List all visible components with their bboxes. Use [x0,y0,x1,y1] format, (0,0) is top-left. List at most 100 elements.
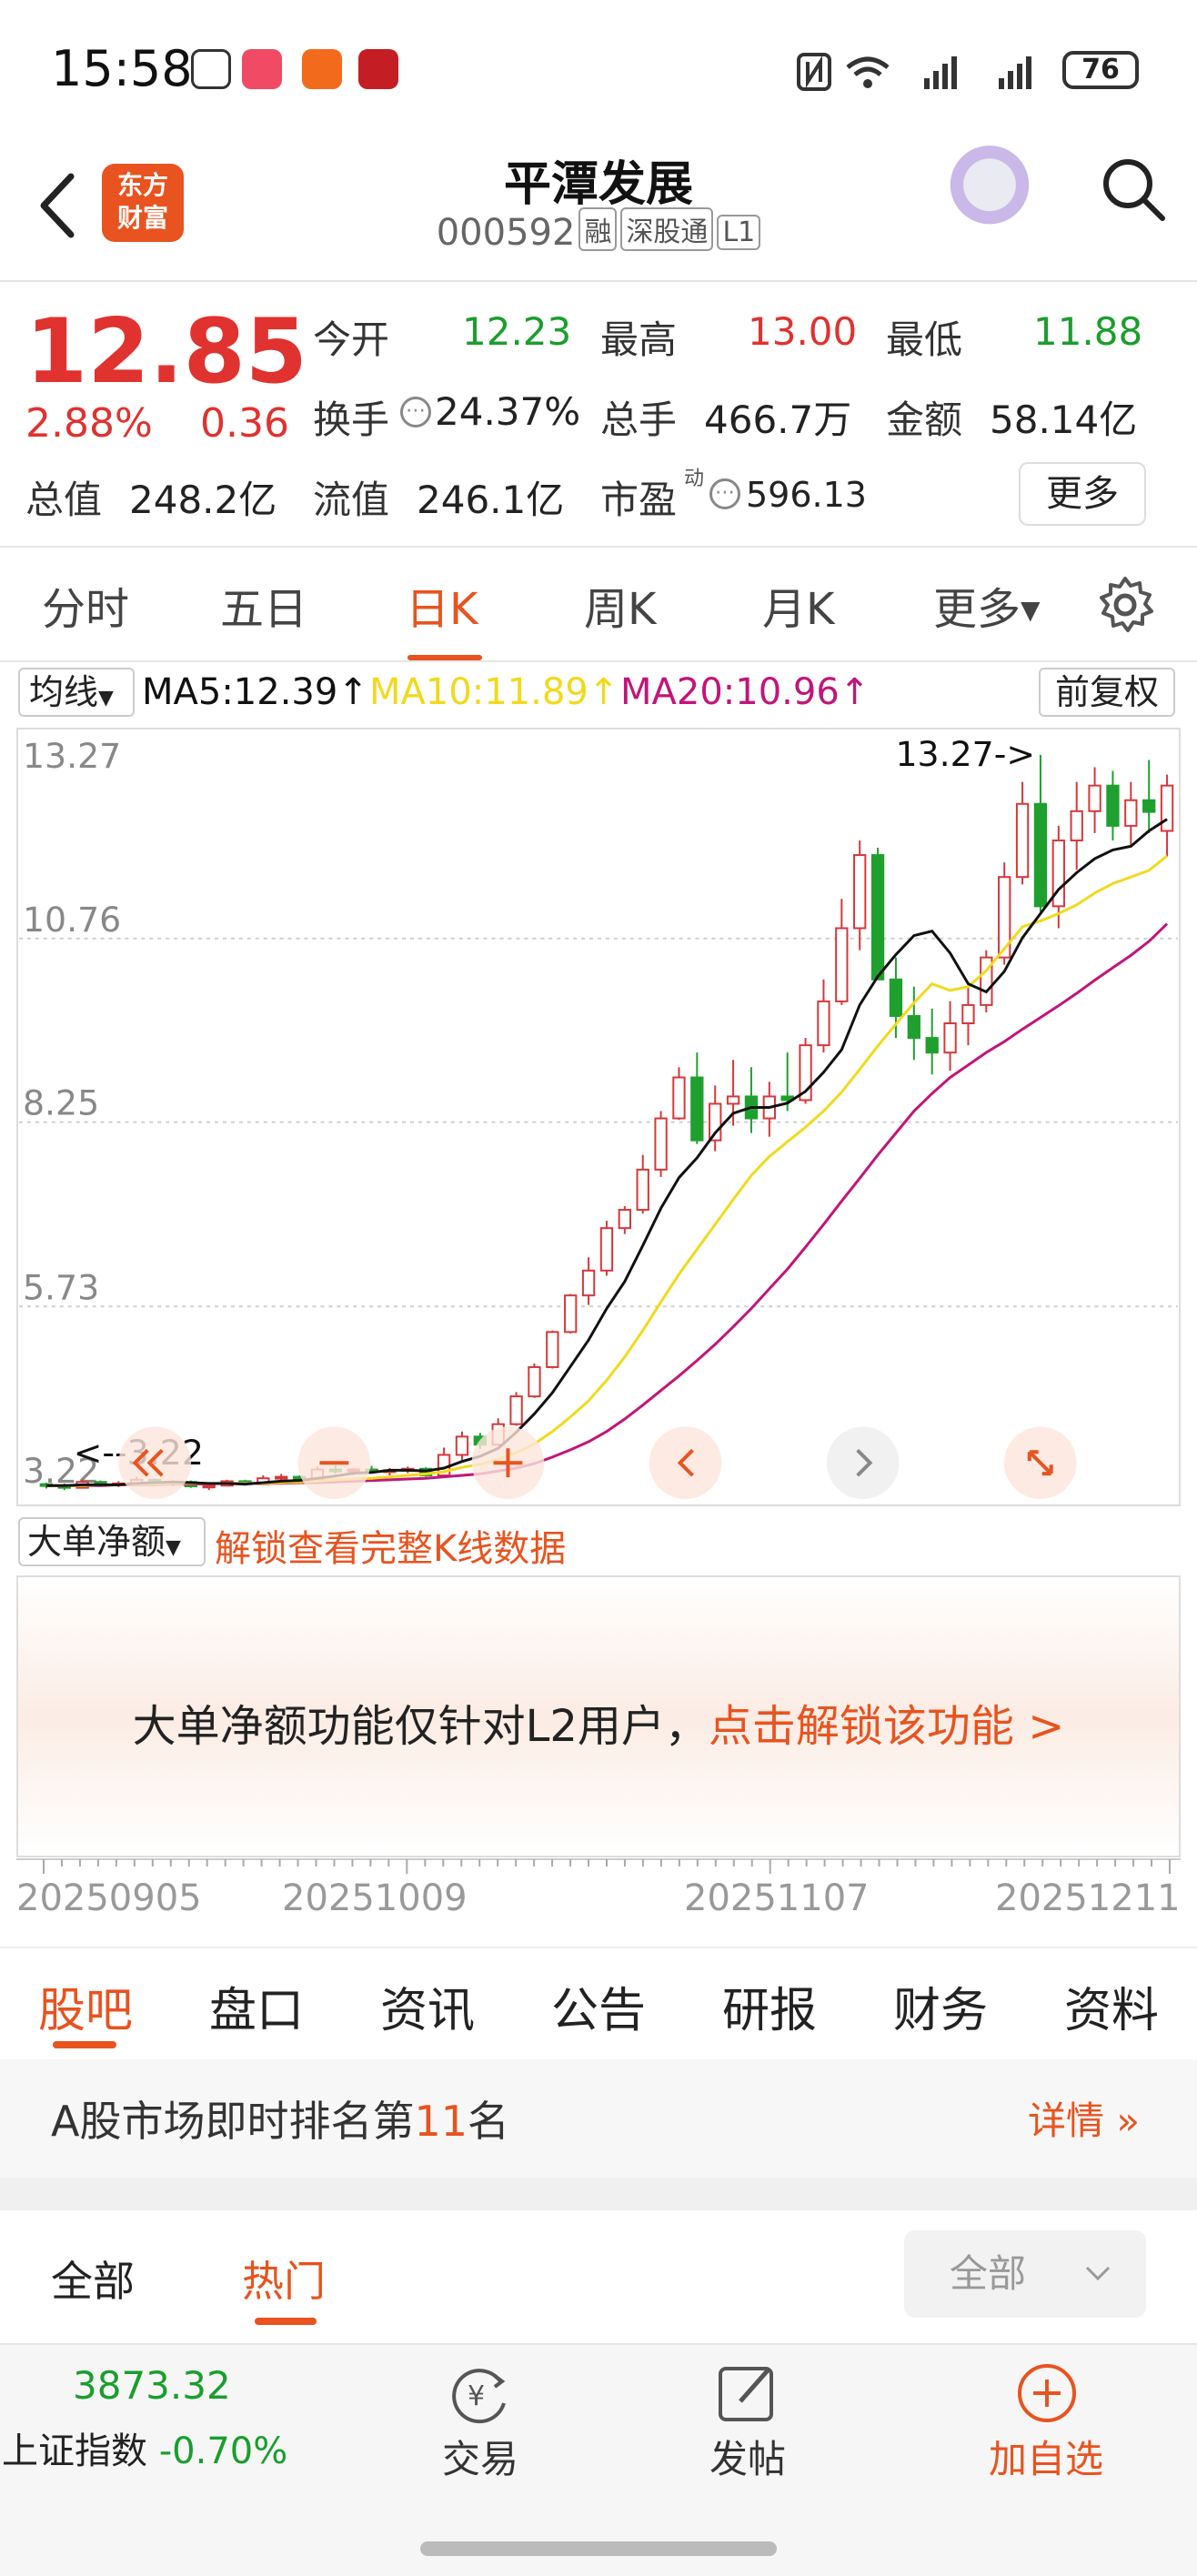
tab-more[interactable]: 更多▼ [933,573,1041,637]
trade-label: 交易 [441,2437,518,2481]
zoom-out-button[interactable] [297,1426,371,1500]
candle-body [961,1003,975,1025]
battery-icon: 76 [1062,51,1139,89]
adjust-button[interactable]: 前复权 [1039,668,1175,717]
candle-body [1088,784,1101,812]
net-flow-text: 大单净额功能仅针对L2用户， [132,1701,709,1752]
kline-chart[interactable]: 13.2710.768.255.733.22 13.27-> <--3.22 [16,728,1181,1506]
mktcap-value: 248.2亿 [129,478,277,522]
app-notify-icon [302,49,342,89]
forum-filter-select[interactable]: 全部 [904,2230,1146,2318]
ma10-text: MA10:11.89 [369,671,588,713]
trade-button[interactable]: ¥ 交易 [407,2356,553,2501]
post-label: 发帖 [709,2437,786,2481]
tab-research[interactable]: 研报 [722,1972,817,2040]
candle-body [1070,810,1083,841]
candle-body [1160,784,1174,832]
search-icon[interactable] [1099,155,1168,224]
tab-daily-k[interactable]: 日K [406,573,478,637]
candle-body [1106,784,1120,827]
candle-body [564,1294,578,1333]
add-watchlist-button[interactable]: 加自选 [973,2356,1119,2501]
trade-icon: ¥ [452,2369,506,2424]
svg-text:¥: ¥ [468,2380,485,2412]
net-flow-select[interactable]: 大单净额▼ [18,1517,206,1566]
max-annotation: 13.27-> [895,734,1035,774]
candle-body [672,1076,686,1120]
open-label: 今开 [313,317,390,362]
index-value[interactable]: 3873.32 [73,2363,231,2408]
candle-body [546,1331,559,1368]
more-button[interactable]: 更多 [1019,462,1146,526]
tab-profile[interactable]: 资料 [1064,1972,1159,2040]
candle-body [618,1209,631,1230]
edit-icon [719,2367,773,2421]
zoom-in-button[interactable] [471,1426,545,1500]
amount-label: 金额 [886,397,963,442]
candle-body [726,1095,740,1105]
unlock-feature-link[interactable]: 点击解锁该功能 > [709,1701,1064,1752]
y-tick-label: 8.25 [23,1083,99,1123]
hidden-value-icon[interactable]: ⋯ [400,397,431,428]
tab-orderbook[interactable]: 盘口 [209,1972,304,2040]
rank-detail-label: 详情 [1028,2098,1105,2143]
gear-icon[interactable] [1095,575,1155,635]
amount-value: 58.14亿 [990,397,1138,442]
tab-forum[interactable]: 股吧 [38,1972,133,2040]
candle-body [275,1475,288,1480]
net-flow-message: 大单净额功能仅针对L2用户，点击解锁该功能 > [0,1690,1197,1754]
candle-body [636,1168,649,1212]
tab-announcements[interactable]: 公告 [551,1972,646,2040]
robot-assistant-icon[interactable] [946,146,1033,233]
tag-level: L1 [717,215,761,250]
candle-body [509,1395,523,1425]
tag-connect: 深股通 [620,207,714,251]
candle-body [889,978,903,1017]
candle-body [925,1037,939,1054]
low-value: 11.88 [1033,309,1143,354]
forum-tab-hot[interactable]: 热门 [242,2249,326,2309]
post-button[interactable]: 发帖 [675,2356,820,2501]
tag-margin: 融 [578,207,618,251]
price-change: 0.36 [200,400,289,447]
ma20-line [45,922,1169,1487]
chevron-left-icon[interactable] [649,1426,722,1500]
index-change: -0.70% [158,2430,288,2472]
double-chevron-right-icon: » [1116,2098,1141,2143]
open-value: 12.23 [462,309,572,354]
index-ticker[interactable]: 上证指数 -0.70% [2,2421,287,2474]
turnover-value: 24.37% [435,389,581,434]
ma20-text: MA20:10.96 [620,671,840,713]
rank-detail-link[interactable]: 详情 » [1028,2090,1140,2146]
tab-monthly-k[interactable]: 月K [762,573,834,637]
tab-intraday[interactable]: 分时 [42,573,129,637]
chevron-down-icon [1085,2266,1111,2281]
turnover-label: 换手 [313,397,390,442]
tab-weekly-k[interactable]: 周K [584,573,656,637]
tab-news[interactable]: 资讯 [380,1972,475,2040]
forum-tab-all[interactable]: 全部 [51,2249,135,2309]
chevron-right-icon[interactable] [826,1426,900,1500]
y-axis-labels: 13.2710.768.255.733.22 [23,736,121,1491]
candle-body [943,1022,957,1054]
rank-number: 11 [414,2097,468,2146]
net-flow-select-label: 大单净额 [27,1522,166,1562]
y-tick-label: 5.73 [23,1267,99,1307]
home-indicator[interactable] [420,2541,777,2556]
nfc-icon [797,53,831,91]
fullscreen-icon[interactable] [1003,1426,1077,1500]
unlock-kline-link[interactable]: 解锁查看完整K线数据 [215,1519,566,1572]
tab-five-day[interactable]: 五日 [220,573,307,637]
mktcap-label: 总值 [25,478,103,522]
candle-body [853,854,867,930]
notification-icon [191,49,231,89]
rank-text: A股市场即时排名第11名 [51,2088,509,2148]
add-watchlist-label: 加自选 [988,2437,1103,2481]
cell-signal-icon [924,56,957,89]
ma-select[interactable]: 均线▼ [18,668,135,717]
double-left-button[interactable] [118,1426,192,1500]
pct-change: 2.88% [25,400,153,447]
pe-hidden-icon[interactable]: ⋯ [709,478,740,509]
tab-finance[interactable]: 财务 [893,1972,988,2040]
divider [0,546,1197,548]
